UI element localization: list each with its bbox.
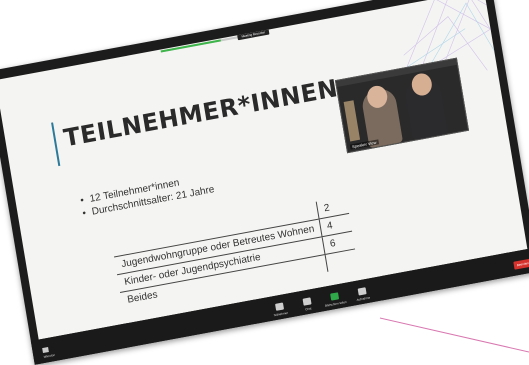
progress-fill [160, 39, 221, 53]
share-screen-button[interactable]: Bildschirm teilen [321, 291, 349, 309]
record-button[interactable]: Aufnahme [349, 286, 377, 304]
toolbar-label: Bildschirm teilen [324, 299, 347, 308]
participants-button[interactable]: Teilnehmer [266, 301, 294, 319]
title-accent-bar [51, 122, 61, 167]
microphone-button[interactable]: Mikrofon [42, 346, 55, 359]
shared-slide: Meeting Recorder TEILNEHMER*INNEN 12 Tei… [0, 0, 528, 340]
zoom-window: Meeting Recorder TEILNEHMER*INNEN 12 Tei… [0, 0, 529, 365]
chat-icon [302, 297, 312, 306]
participant-video-tile[interactable]: Speaker View [334, 57, 470, 154]
share-screen-icon [330, 292, 340, 301]
annotation-line-stroke [379, 317, 529, 353]
toolbar-label: Teilnehmer [273, 310, 289, 318]
end-meeting-button[interactable]: Beenden [513, 258, 529, 270]
toolbar-label: Chat [304, 306, 312, 312]
participant-name-label: Speaker View [349, 139, 379, 150]
slide-title: TEILNEHMER*INNEN [61, 74, 340, 153]
background-lamp [343, 100, 361, 142]
toolbar-label: Aufnahme [356, 295, 371, 302]
presentation-progress: Meeting Recorder [160, 28, 270, 55]
recording-chip: Meeting Recorder [237, 28, 270, 41]
record-icon [357, 287, 367, 296]
bullet-list: 12 Teilnehmer*innen Durchschnittsalter: … [79, 170, 215, 220]
microphone-icon [42, 347, 49, 354]
participants-icon [275, 302, 285, 311]
chat-button[interactable]: Chat [294, 296, 322, 314]
